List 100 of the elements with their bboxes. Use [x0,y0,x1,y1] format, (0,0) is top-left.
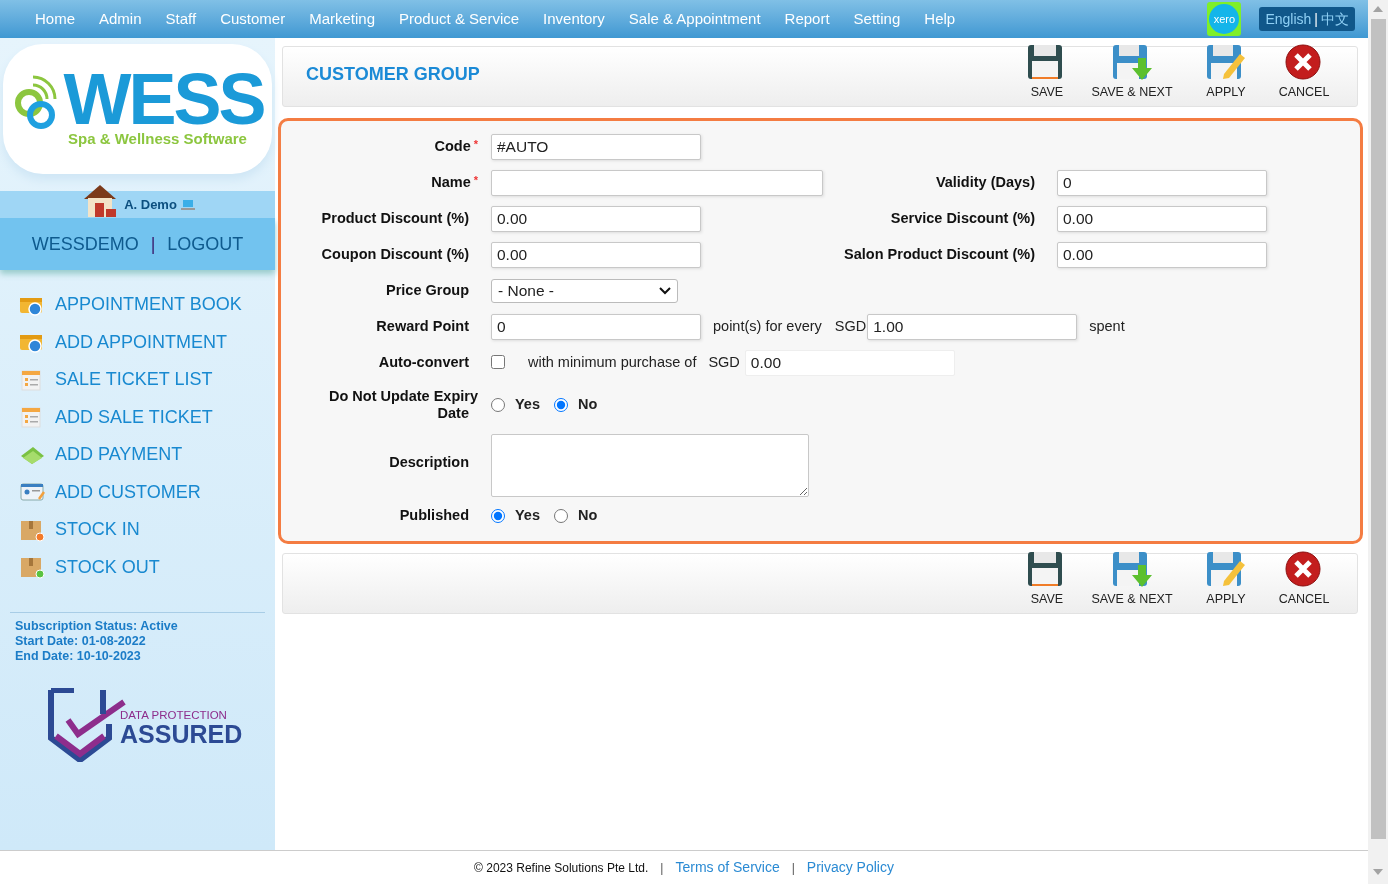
nav-link[interactable]: Marketing [309,7,376,31]
close-icon [1284,551,1324,589]
scroll-down-icon[interactable] [1373,869,1383,875]
nav-link[interactable]: Help [924,7,956,31]
radio-label: Yes [515,506,540,526]
sidebar-menu-item[interactable]: ADD SALE TICKET [19,404,275,430]
toolbar-button[interactable]: CANCEL [1265,44,1343,102]
toolbar-button[interactable]: SAVE [1017,551,1077,609]
sidebar-menu-item[interactable]: APPOINTMENT BOOK [19,292,275,318]
nav-link[interactable]: Home [35,7,75,31]
field-label: Coupon Discount (%) [321,246,469,263]
nav-link[interactable]: Admin [99,7,142,31]
nav-link[interactable]: Customer [220,7,286,31]
required-mark: * [473,138,478,151]
field-label: Service Discount (%) [890,210,1035,227]
currency-label: SGD [708,353,740,373]
field-label: Description [389,454,469,471]
sidebar-menu-item[interactable]: ADD CUSTOMER [19,479,275,505]
radio-option[interactable]: Yes [491,505,540,527]
text-field[interactable]: 1.00 [867,314,1078,340]
nav-link[interactable]: Sale & Appointment [628,7,761,31]
field-text: point(s) for every [713,317,822,337]
toolbar-button[interactable]: APPLY [1187,551,1265,609]
sidebar-menu-item[interactable]: STOCK IN [19,517,275,543]
copyright-text: © 2023 Refine Solutions Pte Ltd. [474,859,649,877]
radio-button[interactable] [491,398,505,412]
account-link[interactable]: WESSDEMO [31,230,139,258]
field-label: Name [431,174,471,191]
sidebar-menu-item[interactable]: ADD APPOINTMENT [19,329,275,355]
footer-link[interactable]: Terms of Service [675,857,780,878]
language-link[interactable]: 中文 [1321,8,1349,30]
field-text: with minimum purchase of [528,353,697,373]
radio-option[interactable]: Yes [491,394,540,416]
id-card-icon [19,481,45,504]
separator: | [150,232,156,256]
dropdown[interactable]: - None - [491,279,678,303]
scrollbar[interactable] [1368,0,1388,884]
radio-button[interactable] [554,509,568,523]
scroll-up-icon[interactable] [1373,6,1383,12]
nav-link[interactable]: Report [784,7,830,31]
text-field[interactable]: 0.00 [1057,206,1267,232]
text-field[interactable]: 0.00 [491,242,701,268]
radio-option[interactable]: No [554,394,598,416]
field-label: Validity (Days) [935,174,1035,191]
language-link[interactable]: English [1265,8,1312,30]
nav-link[interactable]: Inventory [543,7,605,31]
sidebar-menu-item[interactable]: SALE TICKET LIST [19,367,275,393]
text-field[interactable]: 0 [1057,170,1267,196]
field-label: Published [399,507,469,524]
field-label: Code [434,138,471,155]
chevron-down-icon [659,287,671,295]
text-field[interactable]: 0.00 [744,350,955,376]
text-area[interactable] [491,433,809,497]
required-mark: * [473,174,478,187]
nav-link[interactable]: Product & Service [399,7,520,31]
subscription-info: End Date: 10-10-2023 [15,649,142,664]
field-label: Product Discount (%) [321,210,469,227]
radio-button[interactable] [491,509,505,523]
badge-title: ASSURED [120,721,243,747]
toolbar-button[interactable]: SAVE & NEXT [1077,551,1187,609]
nav-link[interactable]: Staff [165,7,197,31]
separator: | [1314,9,1318,29]
text-field[interactable]: 0.00 [1057,242,1267,268]
user-name: A. Demo [124,195,177,214]
separator: | [791,859,795,877]
badge-caption: DATA PROTECTION [120,709,228,721]
xero-badge[interactable]: xero [1207,2,1242,36]
radio-label: No [578,506,598,526]
text-field[interactable]: 0.00 [491,206,701,232]
close-icon [1284,44,1324,82]
laptop-icon [180,198,195,211]
checkbox[interactable] [491,354,505,369]
toolbar-button[interactable]: APPLY [1187,44,1265,102]
toolbar-button[interactable]: SAVE & NEXT [1077,44,1187,102]
field-label: Price Group [386,282,469,299]
logout-link[interactable]: LOGOUT [167,230,244,258]
page-title: CUSTOMER GROUP [306,63,480,86]
field-text: spent [1089,317,1125,337]
logo-subtitle: Spa & Wellness Software [68,128,247,149]
radio-label: No [578,395,598,415]
field-label: Auto-convert [378,354,469,371]
scrollbar-thumb[interactable] [1370,19,1386,839]
sidebar-menu-item[interactable]: ADD PAYMENT [19,442,275,468]
subscription-info: Start Date: 01-08-2022 [15,634,147,649]
sidebar-menu-item[interactable]: STOCK OUT [19,554,275,580]
text-field[interactable]: #AUTO [491,134,701,160]
toolbar-button[interactable]: CANCEL [1265,551,1343,609]
box-icon [19,555,45,580]
separator: | [660,859,664,877]
text-field[interactable] [491,170,823,196]
radio-label: Yes [515,395,540,415]
logo-title: WESS [63,67,264,130]
nav-link[interactable]: Setting [853,7,901,31]
field-label: Do Not Update Expiry Date [328,388,478,421]
text-field[interactable]: 0 [491,314,701,340]
radio-button[interactable] [554,398,568,412]
radio-option[interactable]: No [554,505,598,527]
footer-link[interactable]: Privacy Policy [806,857,894,878]
field-label: Reward Point [376,318,469,335]
toolbar-button[interactable]: SAVE [1017,44,1077,102]
